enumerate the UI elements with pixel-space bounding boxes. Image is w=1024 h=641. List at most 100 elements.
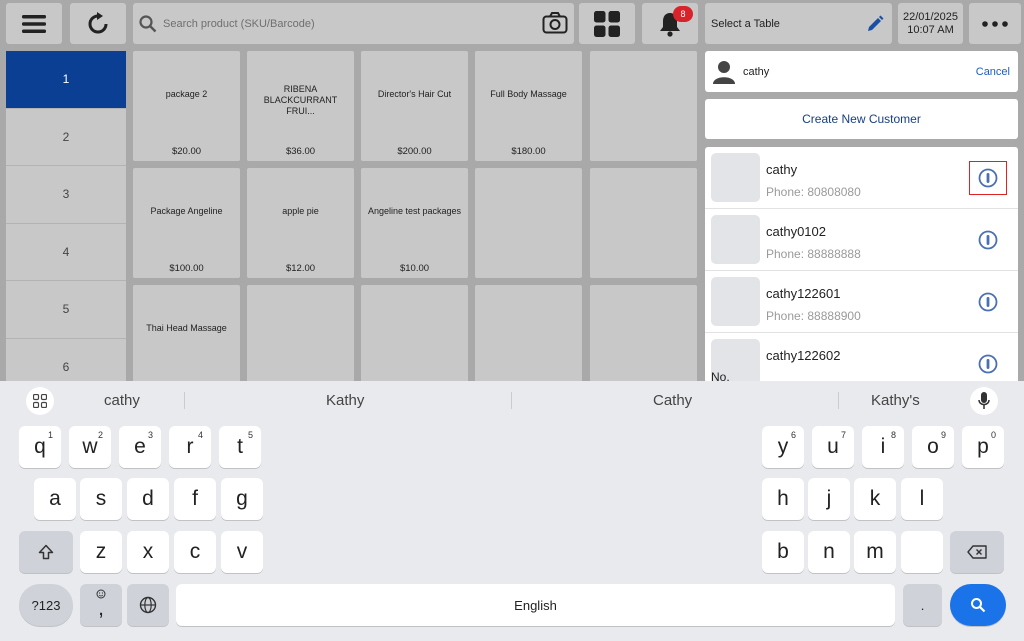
- product-search-input[interactable]: [163, 17, 523, 30]
- customer-row[interactable]: cathy0102 Phone: 88888888: [705, 209, 1018, 271]
- create-new-customer-button[interactable]: Create New Customer: [705, 99, 1018, 139]
- category-item[interactable]: 3: [6, 166, 126, 224]
- key-s[interactable]: s: [80, 478, 122, 520]
- category-item[interactable]: 1: [6, 51, 126, 109]
- more-options-button[interactable]: [969, 3, 1021, 44]
- key-h[interactable]: h: [762, 478, 804, 520]
- suggestion-item[interactable]: cathy: [104, 392, 140, 409]
- menu-button[interactable]: [6, 3, 62, 44]
- category-item[interactable]: 2: [6, 109, 126, 166]
- customer-info-button[interactable]: [969, 285, 1007, 319]
- space-key[interactable]: English: [176, 584, 895, 626]
- backspace-key[interactable]: [950, 531, 1004, 573]
- key-z[interactable]: z: [80, 531, 122, 573]
- key-g[interactable]: g: [221, 478, 263, 520]
- product-tile[interactable]: [475, 168, 582, 278]
- info-icon: [978, 230, 998, 250]
- product-tile[interactable]: apple pie $12.00: [247, 168, 354, 278]
- suggestion-divider: [511, 392, 512, 409]
- key-number-hint: 6: [790, 430, 796, 440]
- customer-search-bar[interactable]: Cancel: [705, 51, 1018, 92]
- key-a[interactable]: a: [34, 478, 76, 520]
- customer-search-input[interactable]: [743, 65, 976, 78]
- product-tile[interactable]: [590, 168, 697, 278]
- customer-row[interactable]: cathy Phone: 80808080: [705, 147, 1018, 209]
- customer-info-button[interactable]: [969, 161, 1007, 195]
- key-u[interactable]: u7: [812, 426, 854, 468]
- apps-grid-button[interactable]: [26, 387, 54, 415]
- key-f[interactable]: f: [174, 478, 216, 520]
- key-b[interactable]: b: [762, 531, 804, 573]
- shift-key[interactable]: [19, 531, 73, 573]
- key-m[interactable]: m: [854, 531, 896, 573]
- notifications-button[interactable]: 8: [642, 3, 698, 44]
- select-table-button[interactable]: Select a Table: [705, 3, 892, 44]
- info-icon: [978, 168, 998, 188]
- product-tile[interactable]: [361, 285, 468, 383]
- key-y[interactable]: y6: [762, 426, 804, 468]
- key-c[interactable]: c: [174, 531, 216, 573]
- key-number-hint: 0: [990, 430, 996, 440]
- customer-name: cathy: [766, 162, 798, 177]
- search-key[interactable]: [950, 584, 1006, 626]
- customer-row[interactable]: cathy122601 Phone: 88888900: [705, 271, 1018, 333]
- key-l[interactable]: l: [901, 478, 943, 520]
- category-item[interactable]: 4: [6, 224, 126, 281]
- voice-input-button[interactable]: [970, 387, 998, 415]
- refresh-icon: [88, 11, 108, 33]
- product-tile[interactable]: Angeline test packages $10.00: [361, 168, 468, 278]
- product-tile[interactable]: Full Body Massage $180.00: [475, 51, 582, 161]
- key-x[interactable]: x: [127, 531, 169, 573]
- camera-icon[interactable]: [542, 11, 568, 35]
- key-w[interactable]: w2: [69, 426, 111, 468]
- product-tile[interactable]: Package Angeline $100.00: [133, 168, 240, 278]
- avatar: [711, 153, 760, 202]
- category-item[interactable]: 6: [6, 339, 126, 384]
- product-tile[interactable]: [247, 285, 354, 383]
- period-key[interactable]: .: [903, 584, 942, 626]
- refresh-button[interactable]: [70, 3, 126, 44]
- product-tile[interactable]: [590, 285, 697, 383]
- key-e[interactable]: e3: [119, 426, 161, 468]
- key-o[interactable]: o9: [912, 426, 954, 468]
- key-t[interactable]: t5: [219, 426, 261, 468]
- grid-view-button[interactable]: [579, 3, 635, 44]
- emoji-comma-key[interactable]: ,: [80, 584, 122, 626]
- more-icon: [982, 20, 1008, 27]
- product-search-bar[interactable]: [133, 3, 574, 44]
- customer-name: cathy122602: [766, 348, 841, 363]
- product-name: Thai Head Massage: [146, 323, 227, 333]
- customer-row[interactable]: cathy122602: [705, 333, 1018, 383]
- cancel-button[interactable]: Cancel: [976, 66, 1010, 78]
- search-icon: [139, 14, 157, 32]
- product-tile[interactable]: [590, 51, 697, 161]
- category-item[interactable]: 5: [6, 281, 126, 339]
- product-tile[interactable]: [475, 285, 582, 383]
- product-tile[interactable]: package 2 $20.00: [133, 51, 240, 161]
- key-label: p: [977, 435, 989, 458]
- product-tile[interactable]: Director's Hair Cut $200.00: [361, 51, 468, 161]
- language-key[interactable]: [127, 584, 169, 626]
- key-v[interactable]: v: [221, 531, 263, 573]
- key-i[interactable]: i8: [862, 426, 904, 468]
- key-j[interactable]: j: [808, 478, 850, 520]
- product-tile[interactable]: RIBENA BLACKCURRANT FRUI... $36.00: [247, 51, 354, 161]
- key-d[interactable]: d: [127, 478, 169, 520]
- key-letter[interactable]: [901, 531, 943, 573]
- product-tile[interactable]: Thai Head Massage: [133, 285, 240, 383]
- customer-info-button[interactable]: [969, 347, 1007, 381]
- suggestion-item[interactable]: Kathy: [326, 392, 364, 409]
- key-q[interactable]: q1: [19, 426, 61, 468]
- suggestion-item[interactable]: Cathy: [653, 392, 692, 409]
- key-n[interactable]: n: [808, 531, 850, 573]
- suggestion-item[interactable]: Kathy's: [871, 392, 920, 409]
- apps-grid-icon: [33, 394, 47, 408]
- key-r[interactable]: r4: [169, 426, 211, 468]
- customer-info-button[interactable]: [969, 223, 1007, 257]
- symbols-key[interactable]: ?123: [19, 584, 73, 626]
- emoji-icon: [96, 589, 106, 599]
- key-k[interactable]: k: [854, 478, 896, 520]
- customer-list: cathy Phone: 80808080 cathy0102 Phone: 8…: [705, 147, 1018, 383]
- key-p[interactable]: p0: [962, 426, 1004, 468]
- product-price: $36.00: [285, 146, 316, 157]
